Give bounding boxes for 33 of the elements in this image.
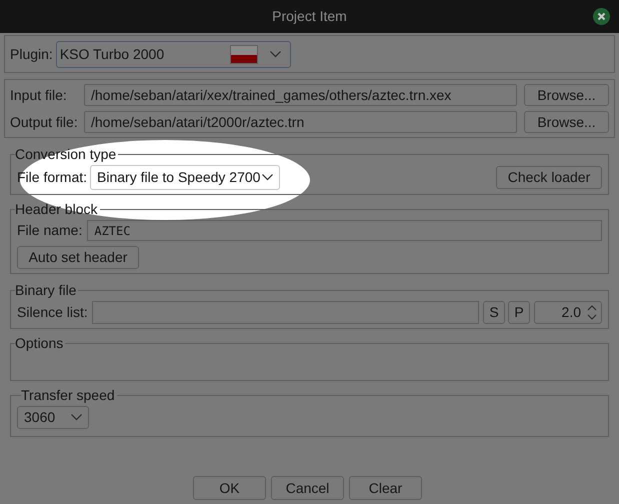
file-name-field[interactable]: AZTEC — [87, 220, 602, 241]
file-path-field[interactable]: /home/seban/atari/t2000r/aztec.trn — [84, 111, 517, 133]
transfer-speed-dropdown[interactable]: 3060 — [17, 406, 89, 429]
group-title: Transfer speed — [21, 386, 116, 405]
browse-button[interactable]: Browse... — [524, 84, 609, 106]
ok-button[interactable]: OK — [193, 476, 266, 500]
spin-box[interactable]: 2.0 — [534, 301, 602, 324]
spin-arrows-icon — [587, 305, 597, 320]
plugin-label: Plugin: — [10, 44, 53, 64]
file-name-label: File name: — [17, 221, 82, 240]
letter-button[interactable]: P — [508, 301, 530, 324]
group-title: Binary file — [15, 281, 78, 300]
file-label: Output file: — [10, 112, 79, 132]
auto-set-header-button[interactable]: Auto set header — [17, 246, 139, 269]
flag-icon — [230, 44, 258, 64]
chevron-down-icon — [270, 50, 281, 58]
chevron-down-icon — [71, 414, 82, 421]
group-title: Options — [15, 334, 64, 353]
plugin-dropdown[interactable]: KSO Turbo 2000 — [56, 40, 291, 68]
chevron-down-icon — [262, 174, 274, 181]
browse-button[interactable]: Browse... — [524, 111, 609, 133]
file-label: Input file: — [10, 86, 68, 105]
silence-list-field[interactable] — [92, 301, 479, 324]
close-icon[interactable] — [593, 8, 610, 25]
silence-list-label: Silence list: — [17, 303, 88, 322]
cancel-button[interactable]: Cancel — [271, 476, 344, 500]
file-format-dropdown[interactable]: Binary file to Speedy 2700 — [90, 165, 280, 190]
file-path-field[interactable]: /home/seban/atari/xex/trained_games/others/aztec.trn.xex — [84, 84, 517, 106]
group-title: Header block — [15, 200, 98, 219]
check-loader-button[interactable]: Check loader — [496, 166, 602, 189]
clear-button[interactable]: Clear — [349, 476, 422, 500]
window-title: Project Item — [272, 7, 347, 26]
letter-button[interactable]: S — [483, 301, 505, 324]
